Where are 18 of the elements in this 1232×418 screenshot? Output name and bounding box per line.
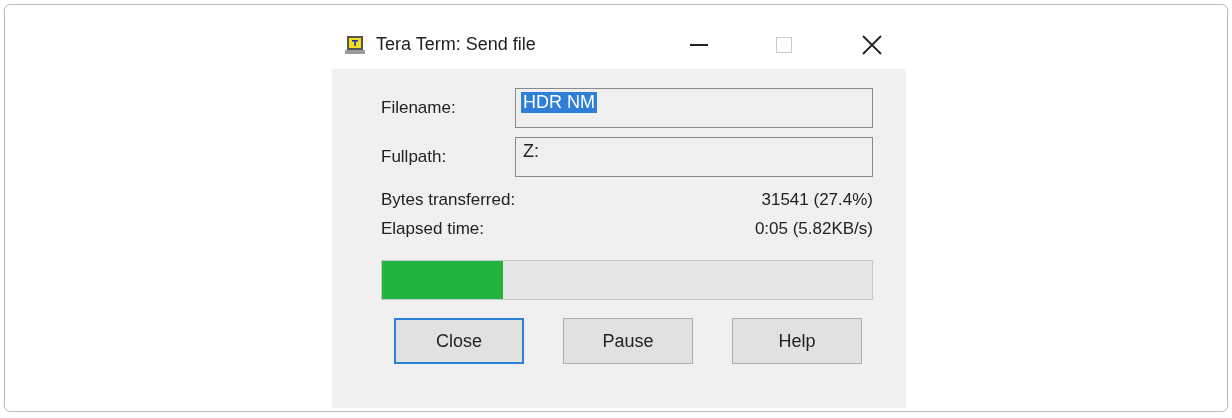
stat-value: 31541 (27.4%) [761, 189, 873, 210]
text-field[interactable]: HDR NM [515, 88, 873, 128]
dialog-button[interactable]: Help [732, 318, 862, 364]
text-field[interactable]: Z: [515, 137, 873, 177]
dialog-button[interactable]: Pause [563, 318, 693, 364]
window-title: Tera Term: Send file [376, 34, 536, 55]
stat-label: Bytes transferred: [381, 189, 516, 210]
close-icon[interactable] [862, 34, 882, 55]
stat-label: Elapsed time: [381, 218, 484, 239]
minimize-icon[interactable] [690, 43, 708, 46]
field-label: Fullpath: [381, 147, 448, 167]
stat-value: 0:05 (5.82KB/s) [754, 218, 873, 239]
terminal-icon [344, 34, 366, 55]
field-value: HDR NM [521, 92, 597, 113]
dialog-button[interactable]: Close [394, 318, 524, 364]
field-value: Z: [522, 141, 540, 162]
maximize-icon [776, 36, 792, 53]
field-label: Filename: [381, 98, 457, 118]
